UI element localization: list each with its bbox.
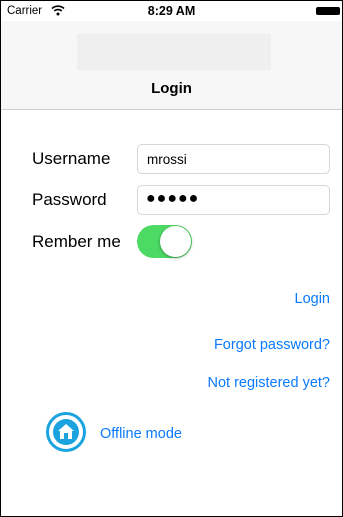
home-icon: [46, 412, 86, 452]
offline-mode-label: Offline mode: [100, 426, 182, 442]
password-label: Password: [32, 190, 107, 209]
register-link[interactable]: Not registered yet?: [207, 375, 330, 391]
username-field[interactable]: mrossi: [137, 144, 330, 174]
password-value: ●●●●●: [146, 190, 200, 207]
remember-me-label: Rember me: [32, 232, 121, 251]
forgot-password-link[interactable]: Forgot password?: [214, 337, 330, 353]
status-bar: Carrier 8:29 AM: [1, 1, 342, 21]
page-title: Login: [151, 80, 192, 97]
navbar-placeholder: [77, 34, 271, 70]
username-label: Username: [32, 149, 111, 168]
remember-me-toggle[interactable]: [137, 225, 192, 258]
login-button[interactable]: Login: [295, 291, 330, 307]
screen: Carrier 8:29 AM Login Username mrossi Pa…: [0, 0, 343, 517]
username-value: mrossi: [147, 152, 187, 167]
battery-icon: [316, 7, 340, 15]
password-field[interactable]: ●●●●●: [137, 185, 330, 215]
navigation-bar: Login: [1, 21, 342, 110]
status-time: 8:29 AM: [147, 4, 196, 18]
toggle-knob: [160, 226, 191, 257]
